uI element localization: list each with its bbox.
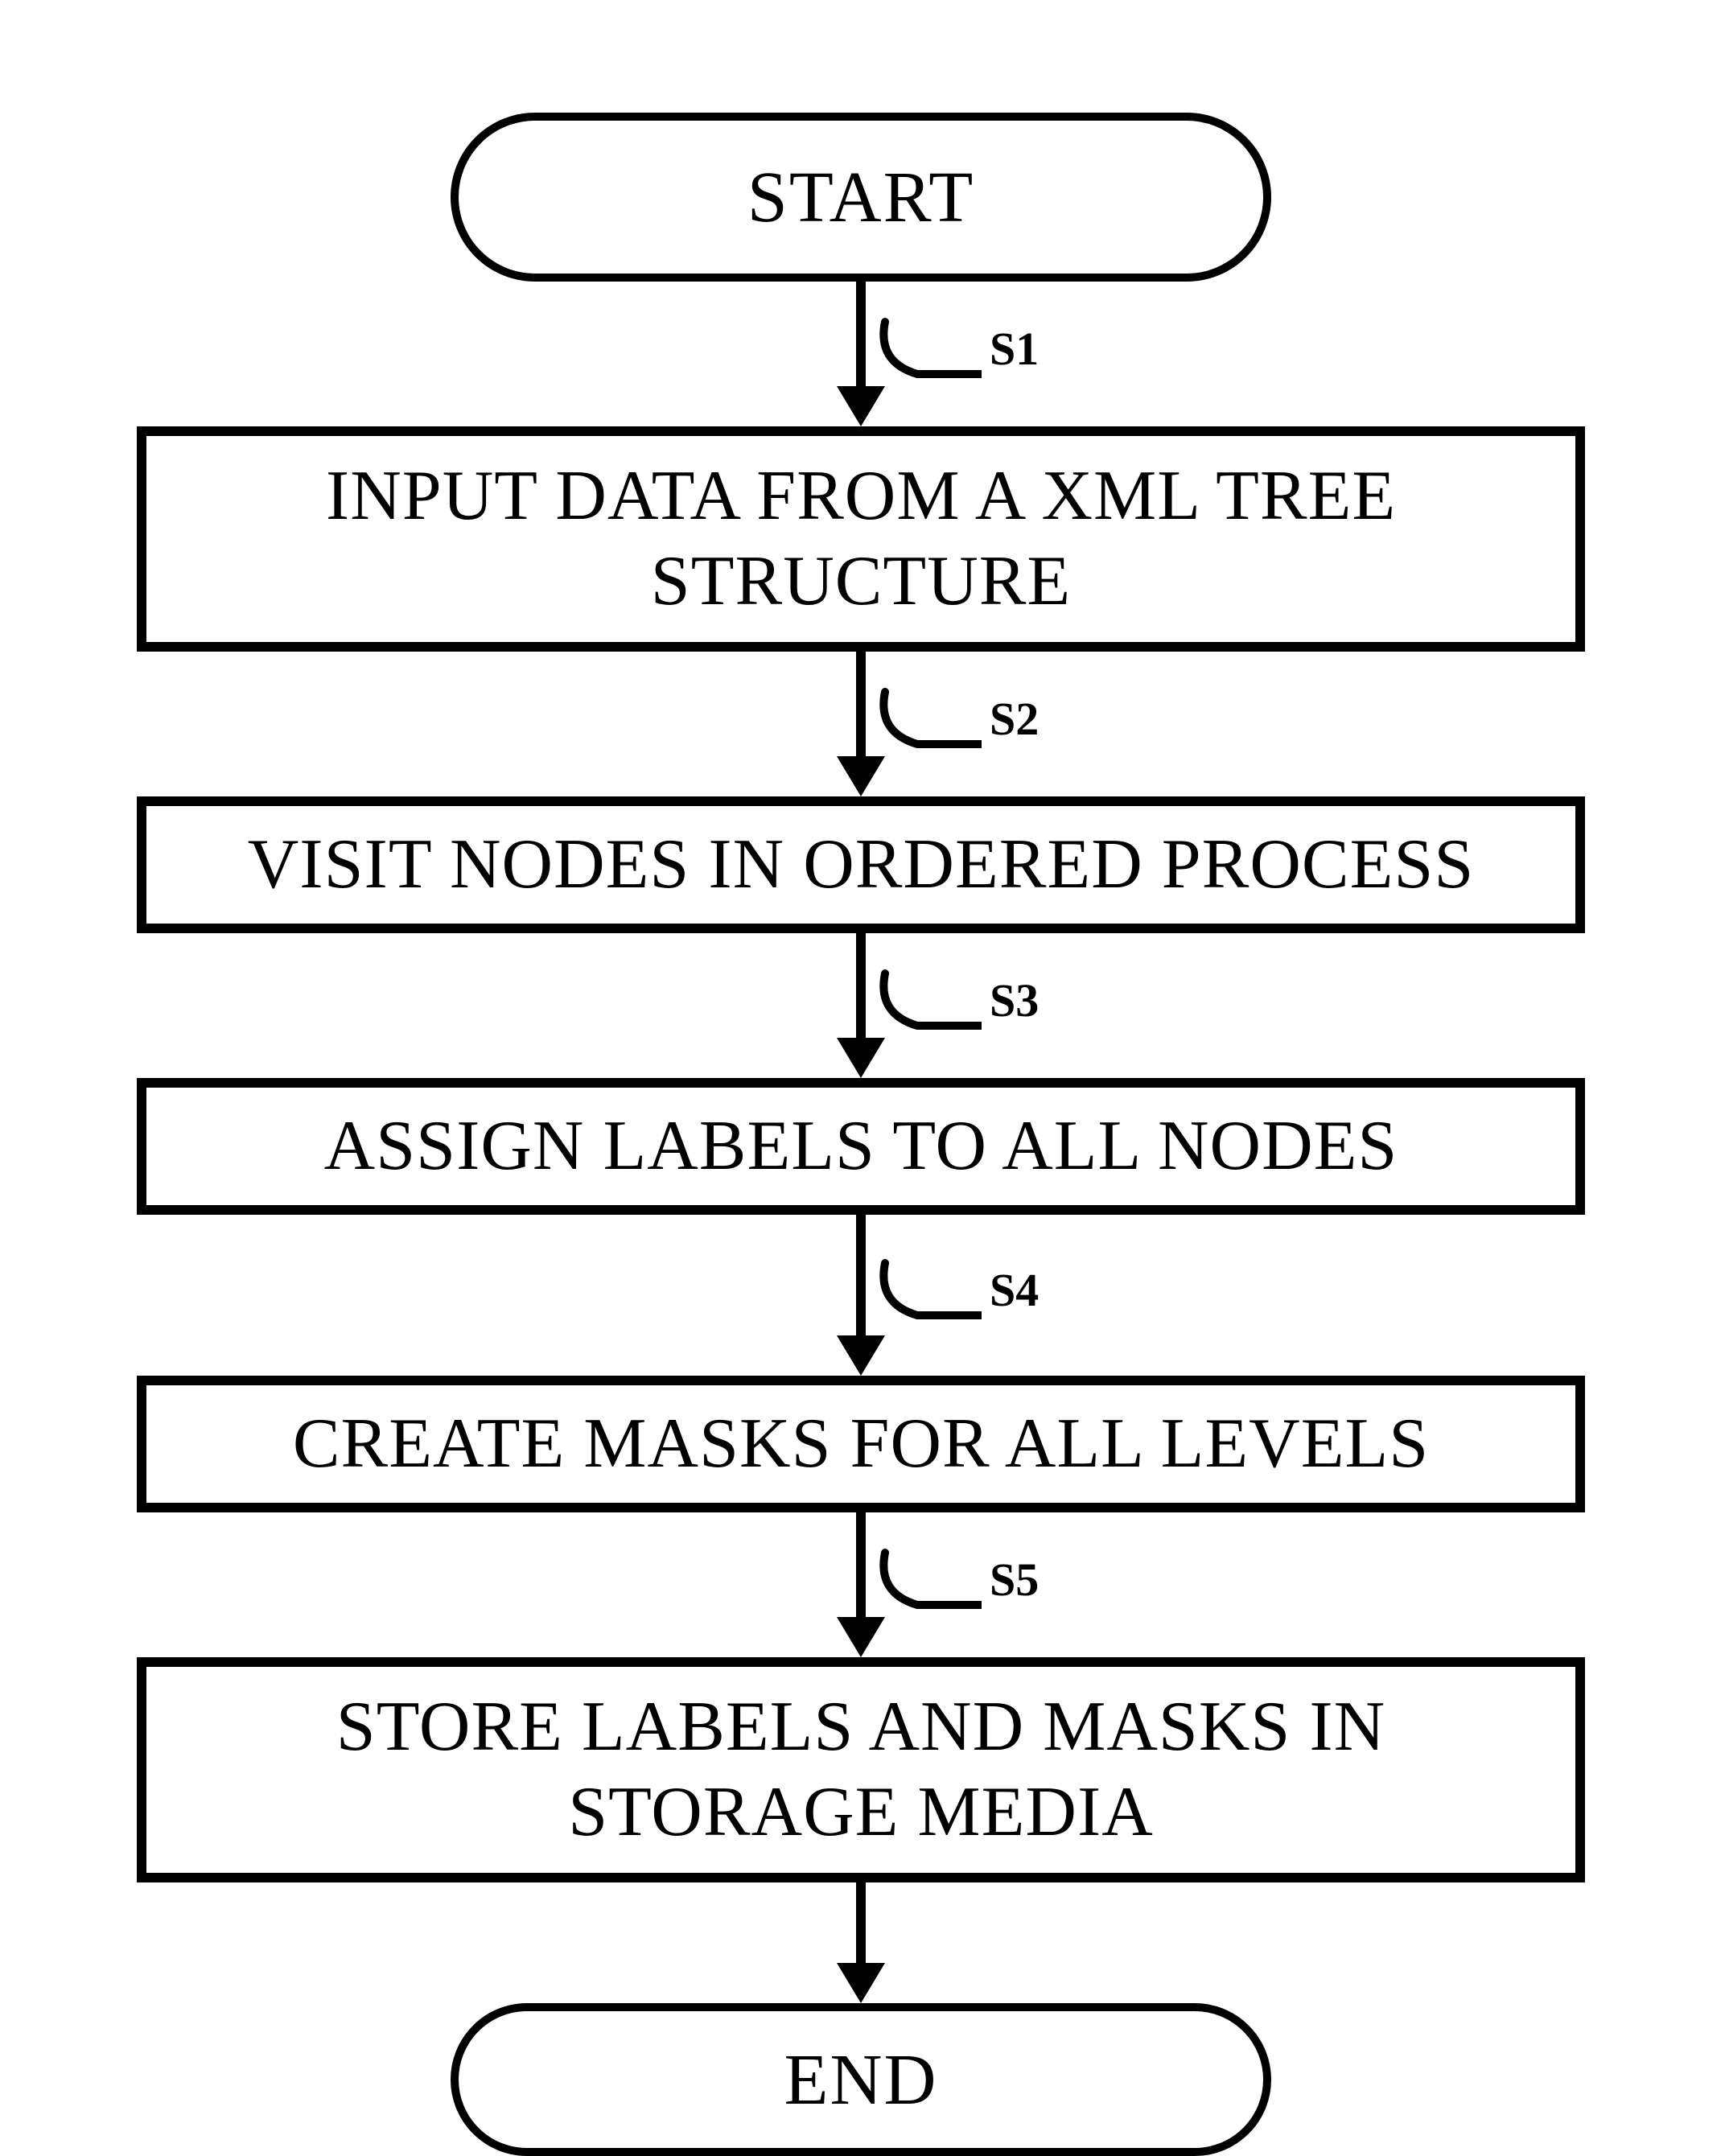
terminator-end: END xyxy=(451,2003,1271,2156)
process-s3-label: ASSIGN LABELS TO ALL NODES xyxy=(324,1104,1398,1189)
process-s3: ASSIGN LABELS TO ALL NODES xyxy=(137,1078,1585,1215)
arrow-s3-tick xyxy=(877,965,982,1038)
arrow-s4-tick xyxy=(877,1255,982,1327)
process-s5: STORE LABELS AND MASKS IN STORAGE MEDIA xyxy=(137,1657,1585,1882)
edge-label-s4: S4 xyxy=(990,1263,1039,1317)
edge-label-s1: S1 xyxy=(990,322,1039,376)
process-s1-label: INPUT DATA FROM A XML TREE STRUCTURE xyxy=(171,454,1551,623)
process-s2-label: VISIT NODES IN ORDERED PROCESS xyxy=(248,822,1475,907)
process-s2: VISIT NODES IN ORDERED PROCESS xyxy=(137,796,1585,933)
edge-label-s5: S5 xyxy=(990,1553,1039,1607)
arrow-s1-tick xyxy=(877,314,982,386)
process-s4-label: CREATE MASKS FOR ALL LEVELS xyxy=(293,1401,1429,1487)
process-s4: CREATE MASKS FOR ALL LEVELS xyxy=(137,1376,1585,1512)
process-s5-label: STORE LABELS AND MASKS IN STORAGE MEDIA xyxy=(171,1685,1551,1854)
flowchart-canvas: START S1 INPUT DATA FROM A XML TREE STRU… xyxy=(0,0,1725,2125)
terminator-start: START xyxy=(451,113,1271,282)
arrow-s2-tick xyxy=(877,684,982,756)
arrow-s5-tick xyxy=(877,1545,982,1617)
process-s1: INPUT DATA FROM A XML TREE STRUCTURE xyxy=(137,426,1585,652)
edge-label-s3: S3 xyxy=(990,973,1039,1027)
edge-label-s2: S2 xyxy=(990,692,1039,746)
terminator-end-label: END xyxy=(784,2039,938,2121)
arrow-end xyxy=(821,1882,901,2003)
terminator-start-label: START xyxy=(747,156,974,239)
